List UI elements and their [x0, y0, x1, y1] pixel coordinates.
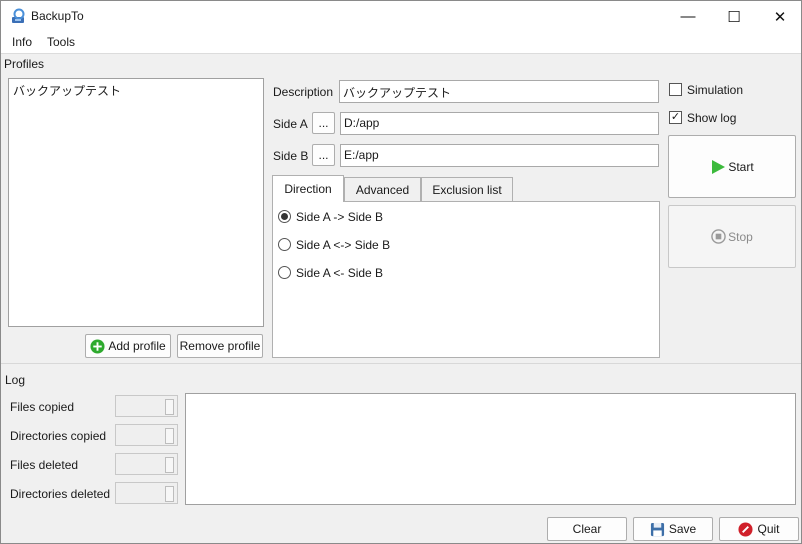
dirs-deleted-label: Directories deleted — [10, 487, 111, 501]
files-deleted-label: Files deleted — [10, 458, 79, 472]
description-label: Description — [273, 85, 334, 99]
side-a-label: Side A — [273, 117, 308, 131]
side-b-label: Side B — [273, 149, 309, 163]
files-copied-label: Files copied — [10, 400, 75, 414]
clear-button[interactable]: Clear — [547, 517, 627, 541]
add-profile-label: Add profile — [108, 339, 166, 353]
add-icon — [90, 338, 105, 354]
radio-a-to-b[interactable] — [278, 210, 291, 223]
simulation-checkbox[interactable] — [669, 83, 682, 96]
radio-bidirectional[interactable] — [278, 238, 291, 251]
side-b-input[interactable]: E:/app — [340, 144, 659, 167]
tab-exclusion-label: Exclusion list — [432, 183, 502, 197]
maximize-button[interactable]: ☐ — [711, 1, 757, 32]
description-input[interactable]: バックアップテスト — [339, 80, 659, 103]
tab-advanced-label: Advanced — [355, 183, 410, 197]
title-bar: BackupTo — ☐ ✕ — [1, 1, 801, 32]
floppy-disk-icon — [650, 522, 664, 536]
close-button[interactable]: ✕ — [757, 1, 801, 32]
dirs-copied-label: Directories copied — [10, 429, 107, 443]
save-button[interactable]: Save — [633, 517, 713, 541]
quit-button[interactable]: Quit — [719, 517, 799, 541]
tab-direction[interactable]: Direction — [272, 175, 344, 202]
menu-tools[interactable]: Tools — [47, 35, 75, 49]
menu-bar: Info Tools — [1, 32, 801, 53]
tab-panel-direction: Side A -> Side B Side A <-> Side B Side … — [272, 201, 660, 358]
side-b-browse-label: ... — [318, 148, 329, 162]
side-a-browse-button[interactable]: ... — [312, 112, 335, 134]
checkmark-icon: ✓ — [670, 111, 681, 123]
clear-label: Clear — [572, 522, 602, 536]
minimize-button[interactable]: — — [665, 1, 711, 32]
tab-advanced[interactable]: Advanced — [344, 177, 421, 202]
start-button[interactable]: Start — [668, 135, 796, 198]
remove-profile-label: Remove profile — [179, 339, 261, 353]
profile-list-item[interactable]: バックアップテスト — [13, 82, 121, 99]
dirs-deleted-counter — [115, 482, 178, 504]
splitter-handle[interactable] — [1, 363, 801, 364]
side-a-input[interactable]: D:/app — [340, 112, 659, 135]
close-icon: ✕ — [773, 8, 787, 26]
save-label: Save — [668, 522, 697, 536]
add-profile-button[interactable]: Add profile — [85, 334, 171, 358]
radio-b-to-a[interactable] — [278, 266, 291, 279]
log-section-label: Log — [5, 373, 26, 387]
simulation-label: Simulation — [687, 83, 744, 97]
stop-icon — [711, 229, 726, 244]
menu-divider — [1, 53, 801, 54]
start-label: Start — [728, 159, 754, 174]
menu-info[interactable]: Info — [12, 35, 32, 49]
dirs-copied-counter — [115, 424, 178, 446]
side-b-browse-button[interactable]: ... — [312, 144, 335, 166]
files-copied-counter — [115, 395, 178, 417]
maximize-icon: ☐ — [727, 8, 741, 26]
quit-label: Quit — [757, 522, 780, 536]
app-logo-icon — [12, 8, 25, 23]
profiles-section-label: Profiles — [4, 57, 45, 71]
tab-exclusion-list[interactable]: Exclusion list — [421, 177, 513, 202]
app-window: BackupTo — ☐ ✕ Info Tools Profiles バックアッ… — [0, 0, 802, 544]
show-log-label: Show log — [687, 111, 737, 125]
show-log-checkbox[interactable]: ✓ — [669, 111, 682, 124]
stop-button[interactable]: Stop — [668, 205, 796, 268]
remove-profile-button[interactable]: Remove profile — [177, 334, 263, 358]
radio-b-to-a-label: Side A <- Side B — [296, 266, 384, 280]
files-deleted-counter — [115, 453, 178, 475]
profile-list[interactable]: バックアップテスト — [8, 78, 264, 327]
quit-icon — [738, 521, 754, 537]
side-a-browse-label: ... — [318, 116, 329, 130]
log-output[interactable] — [185, 393, 796, 505]
tab-direction-label: Direction — [284, 182, 332, 196]
radio-bidirectional-label: Side A <-> Side B — [296, 238, 391, 252]
window-title: BackupTo — [31, 9, 84, 23]
minimize-icon: — — [680, 8, 696, 25]
stop-label: Stop — [728, 229, 753, 244]
play-icon — [712, 159, 726, 174]
radio-a-to-b-label: Side A -> Side B — [296, 210, 384, 224]
